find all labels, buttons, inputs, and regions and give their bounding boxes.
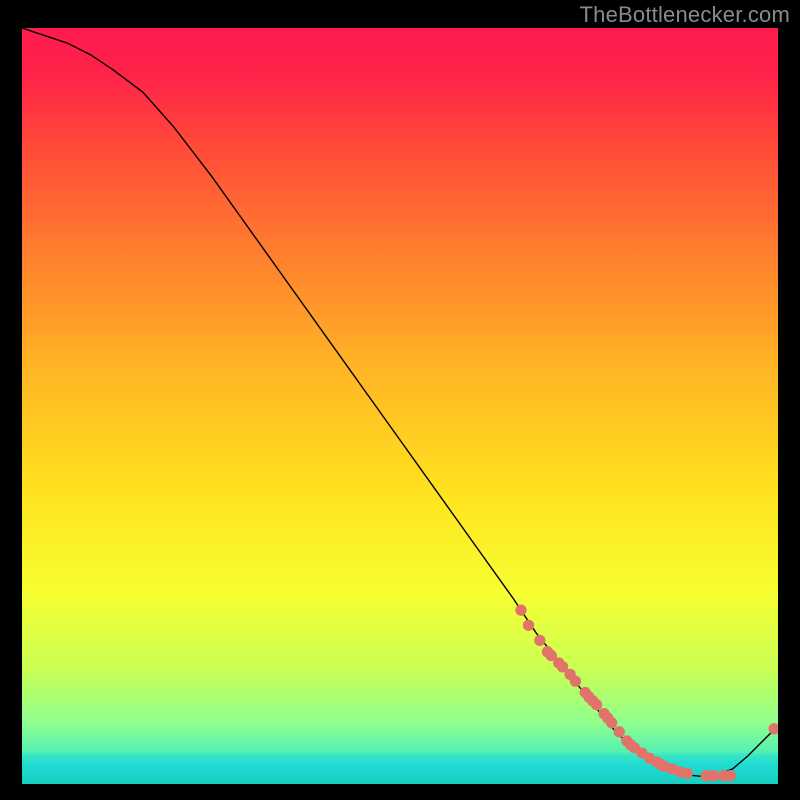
data-point — [570, 676, 581, 687]
data-point — [725, 770, 736, 781]
data-point — [614, 726, 625, 737]
data-point — [606, 717, 617, 728]
gradient-background — [22, 28, 778, 784]
data-point — [523, 620, 534, 631]
figure-container: { "watermark": "TheBottlenecker.com", "g… — [0, 0, 800, 800]
bottleneck-chart — [22, 28, 778, 784]
data-point — [515, 604, 526, 615]
data-point — [682, 768, 693, 779]
data-point — [591, 699, 602, 710]
data-point — [708, 770, 719, 781]
watermark-label: TheBottlenecker.com — [580, 2, 790, 28]
data-point — [534, 635, 545, 646]
